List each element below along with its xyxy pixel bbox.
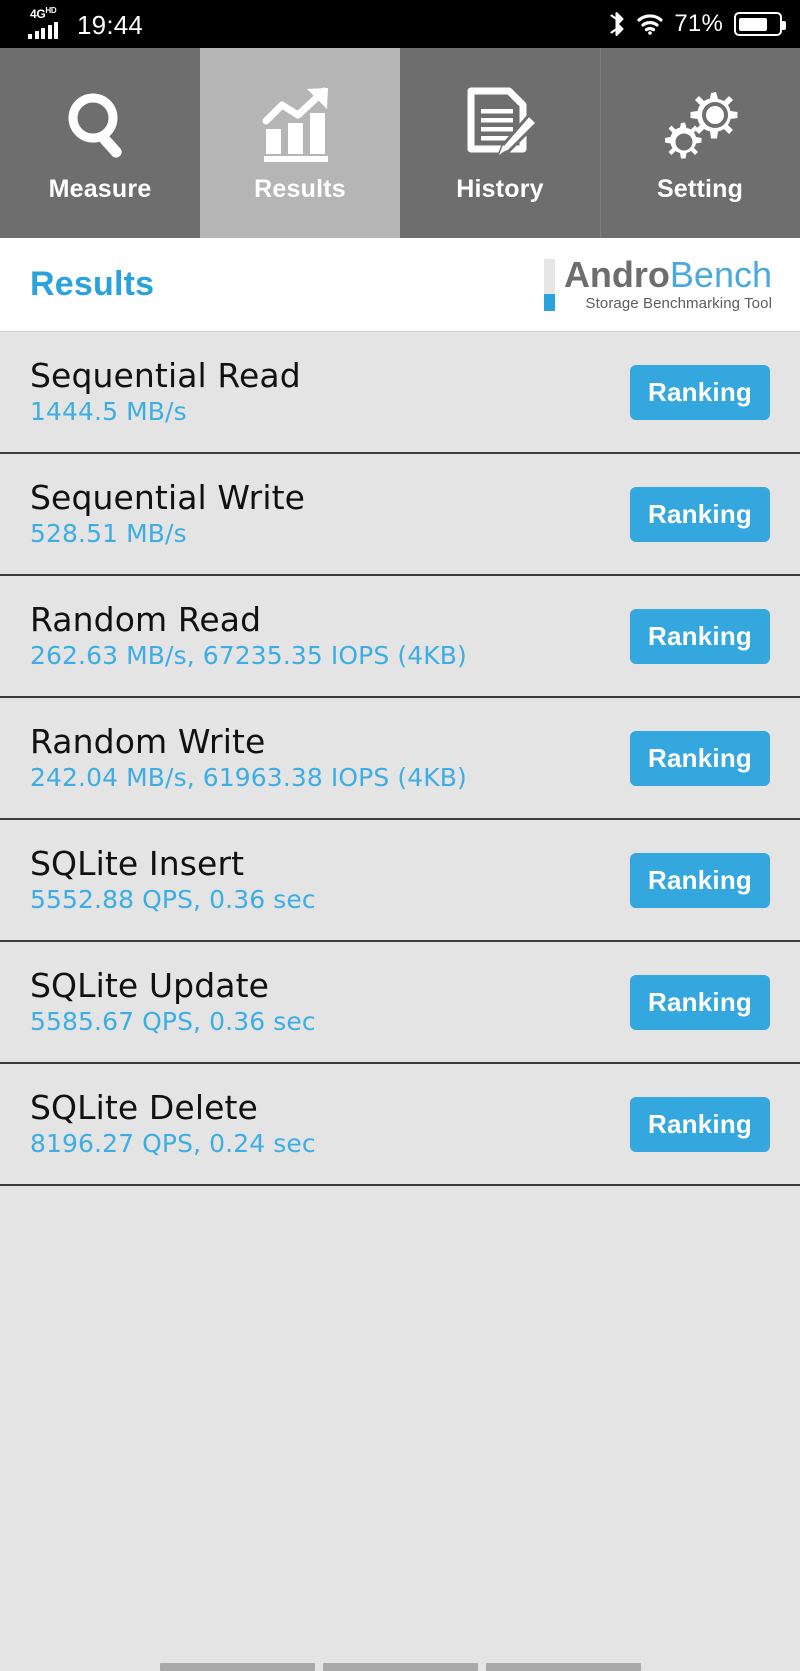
results-list: Sequential Read 1444.5 MB/s Ranking Sequent… <box>0 332 800 1186</box>
result-row-texts: Sequential Read 1444.5 MB/s <box>30 356 301 427</box>
result-value: 528.51 MB/s <box>30 519 187 549</box>
network-hd-label: HD <box>45 6 57 15</box>
result-title: Random Write <box>30 722 266 762</box>
ranking-button[interactable]: Ranking <box>630 852 770 908</box>
result-row: SQLite Update 5585.67 QPS, 0.36 sec Rankin… <box>0 942 800 1064</box>
document-pencil-icon <box>461 83 539 169</box>
ranking-button[interactable]: Ranking <box>630 608 770 664</box>
result-row: Sequential Write 528.51 MB/s Ranking <box>0 454 800 576</box>
tab-results-label: Results <box>254 174 346 203</box>
result-title: SQLite Update <box>30 966 270 1006</box>
result-value: 1444.5 MB/s <box>30 397 187 427</box>
tab-results[interactable]: Results <box>200 48 400 238</box>
logo-text: AndroBench Storage Benchmarking Tool <box>563 253 772 313</box>
result-title: Sequential Read <box>30 356 301 396</box>
result-title: Sequential Write <box>30 478 306 518</box>
result-row-texts: Random Read 262.63 MB/s, 67235.35 IOPS (4… <box>30 600 467 671</box>
logo-tagline: Storage Benchmarking Tool <box>585 295 772 313</box>
status-bar: 4GHD 19:44 71% <box>0 0 800 48</box>
main-tab-bar: Measure Results History Setting <box>0 48 800 238</box>
ranking-button[interactable]: Ranking <box>630 730 770 786</box>
result-row: Random Read 262.63 MB/s, 67235.35 IOPS (4… <box>0 576 800 698</box>
tab-measure[interactable]: Measure <box>0 48 200 238</box>
ranking-button[interactable]: Ranking <box>630 486 770 542</box>
result-title: Random Read <box>30 600 262 640</box>
status-bar-clock: 19:44 <box>77 10 144 40</box>
result-row: SQLite Delete 8196.27 QPS, 0.24 sec Rankin… <box>0 1064 800 1186</box>
gears-icon <box>659 83 741 169</box>
nav-pill-home[interactable] <box>322 1663 478 1671</box>
result-value: 8196.27 QPS, 0.24 sec <box>30 1129 316 1159</box>
androbench-logo: AndroBench Storage Benchmarking Tool <box>543 253 772 313</box>
page-title: Results <box>30 265 155 303</box>
nav-pill-recents[interactable] <box>485 1663 641 1671</box>
wifi-icon <box>637 14 663 35</box>
result-row-texts: SQLite Delete 8196.27 QPS, 0.24 sec <box>30 1088 316 1159</box>
result-value: 242.04 MB/s, 61963.38 IOPS (4KB) <box>30 763 467 793</box>
page-header: Results AndroBench Storage Benchmarking … <box>0 238 800 332</box>
tab-setting-label: Setting <box>656 174 744 203</box>
cellular-signal-icon: 4GHD <box>28 6 68 39</box>
network-type-label: 4G <box>30 7 46 21</box>
tab-history[interactable]: History <box>400 48 600 238</box>
result-row-texts: Random Write 242.04 MB/s, 61963.38 IOPS (… <box>30 722 467 793</box>
ranking-button[interactable]: Ranking <box>630 364 770 420</box>
battery-percentage: 71% <box>674 10 723 37</box>
result-title: SQLite Delete <box>30 1088 258 1128</box>
result-title: SQLite Insert <box>30 844 245 884</box>
logo-bar-icon <box>543 258 555 311</box>
ranking-button[interactable]: Ranking <box>630 1096 770 1152</box>
result-row-texts: SQLite Update 5585.67 QPS, 0.36 sec <box>30 966 316 1037</box>
result-row-texts: Sequential Write 528.51 MB/s <box>30 478 306 549</box>
phone-screen: 4GHD 19:44 71% Measure Results History S… <box>0 0 800 1671</box>
ranking-button[interactable]: Ranking <box>630 974 770 1030</box>
tab-history-label: History <box>456 174 544 203</box>
result-row-texts: SQLite Insert 5552.88 QPS, 0.36 sec <box>30 844 316 915</box>
logo-andro: Andro <box>563 253 670 295</box>
battery-icon <box>734 12 786 36</box>
tab-measure-label: Measure <box>48 174 152 203</box>
bar-chart-arrow-icon <box>260 83 340 169</box>
status-bar-right: 71% <box>609 10 786 38</box>
result-value: 262.63 MB/s, 67235.35 IOPS (4KB) <box>30 641 467 671</box>
result-value: 5585.67 QPS, 0.36 sec <box>30 1007 316 1037</box>
result-row: SQLite Insert 5552.88 QPS, 0.36 sec Rankin… <box>0 820 800 942</box>
result-row: Sequential Read 1444.5 MB/s Ranking <box>0 332 800 454</box>
logo-bench: Bench <box>669 253 772 295</box>
result-value: 5552.88 QPS, 0.36 sec <box>30 885 316 915</box>
tab-setting[interactable]: Setting <box>600 48 800 238</box>
status-bar-left: 4GHD 19:44 <box>28 6 144 40</box>
result-row: Random Write 242.04 MB/s, 61963.38 IOPS (… <box>0 698 800 820</box>
bluetooth-icon <box>610 12 624 36</box>
nav-pill-back[interactable] <box>159 1663 315 1671</box>
bottom-navigation-bar <box>0 1633 800 1671</box>
magnifier-icon <box>61 83 139 169</box>
